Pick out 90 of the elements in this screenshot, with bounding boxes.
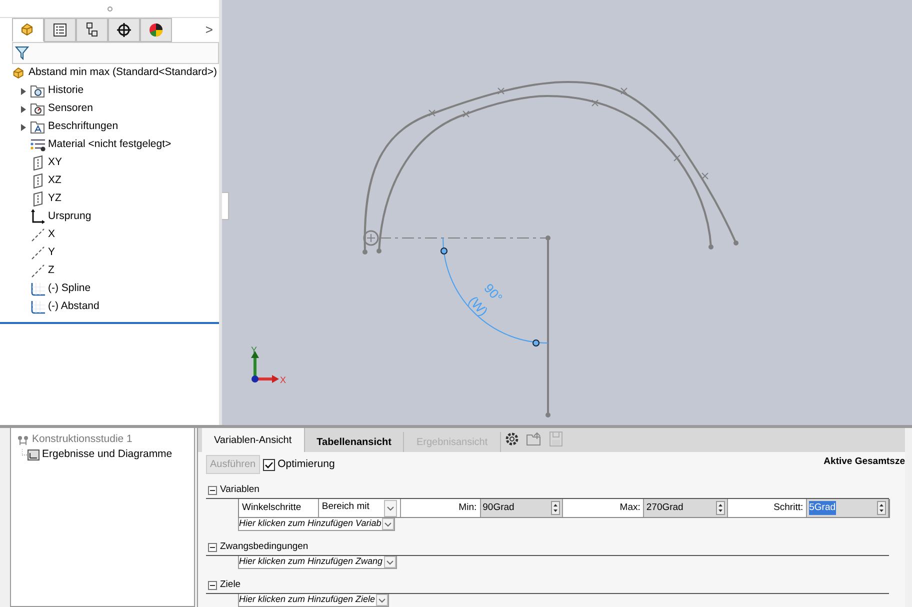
dropdown-icon[interactable] xyxy=(382,518,394,530)
spline-point-marker xyxy=(428,110,436,116)
sketch-point xyxy=(362,250,368,254)
filter-icon[interactable] xyxy=(15,46,29,60)
axis-label: Y xyxy=(251,345,258,355)
study-tree-label[interactable]: Konstruktionsstudie 1 xyxy=(30,432,134,448)
checkbox-label[interactable]: Optimierung xyxy=(278,456,335,472)
add-row-dropdown[interactable]: Hier klicken zum Hinzufügen Ziele xyxy=(238,594,390,607)
tree-item-label[interactable]: Material <nicht festgelegt> xyxy=(46,137,174,153)
sketch-point xyxy=(376,248,382,254)
spline-point-marker xyxy=(462,110,470,118)
tree-item-label[interactable]: XZ xyxy=(46,173,64,189)
axis-triad xyxy=(251,351,279,383)
tree-item-label[interactable]: YZ xyxy=(46,191,64,207)
dropdown-icon[interactable] xyxy=(384,500,397,517)
color-wheel-icon xyxy=(148,22,164,38)
sketch-icon xyxy=(30,299,46,315)
origin-marker xyxy=(363,230,379,246)
spin-field[interactable]: 270Grad xyxy=(644,499,728,517)
tree-item-label[interactable]: Y xyxy=(46,245,58,261)
axis-icon xyxy=(30,263,46,279)
panel-tab[interactable] xyxy=(108,18,140,42)
dropdown-icon[interactable] xyxy=(376,594,388,606)
section-title: Variablen xyxy=(220,483,260,497)
tree-item-label[interactable]: (-) Spline xyxy=(46,281,93,297)
sketch-point xyxy=(546,412,550,418)
sketch-point xyxy=(734,240,738,246)
tree-item-label[interactable]: Historie xyxy=(46,83,86,99)
tree-item-label[interactable]: Ursprung xyxy=(46,209,94,225)
sketch-point xyxy=(546,236,550,240)
sketch-point xyxy=(708,244,714,250)
study-icon xyxy=(17,434,30,446)
origin-icon xyxy=(30,209,46,225)
sketch-icon xyxy=(30,281,46,297)
axis-icon xyxy=(30,245,46,261)
spinner-icon[interactable] xyxy=(877,501,886,515)
folder-clock-icon xyxy=(30,83,46,99)
spinner-icon[interactable] xyxy=(716,501,726,515)
grip-icon[interactable] xyxy=(106,6,112,12)
spin-field[interactable]: 90Grad xyxy=(480,499,562,517)
collapse-icon[interactable] xyxy=(208,542,217,552)
configuration-icon xyxy=(84,22,100,38)
tree-item-label[interactable]: Sensoren xyxy=(46,101,95,117)
settings-icon[interactable] xyxy=(504,431,520,447)
spline-point-marker xyxy=(674,154,680,162)
panel-tab[interactable] xyxy=(44,18,76,42)
type-dropdown[interactable]: Bereich mit xyxy=(318,499,401,517)
material-icon xyxy=(30,137,46,153)
study-tab[interactable]: Tabellenansicht xyxy=(304,432,404,452)
collapse-icon[interactable] xyxy=(208,486,217,495)
results-icon xyxy=(22,449,40,461)
tree-item-label[interactable]: (-) Abstand xyxy=(46,299,102,315)
total-label: Aktive Gesamtsze xyxy=(824,455,905,469)
add-row-dropdown[interactable]: Hier klicken zum Hinzufügen Zwang xyxy=(238,556,397,569)
more-tabs-button[interactable]: > xyxy=(203,18,215,42)
tree-item-label[interactable]: Abstand min max (Standard<Standard>) xyxy=(26,65,219,81)
dimension-handle[interactable] xyxy=(532,340,540,346)
spline-point-marker xyxy=(620,88,628,94)
part-icon xyxy=(12,64,26,82)
panel-handle[interactable] xyxy=(222,192,229,220)
expand-arrow-icon[interactable] xyxy=(20,106,26,112)
panel-tab[interactable] xyxy=(76,18,108,42)
tree-item-label[interactable]: X xyxy=(46,227,58,243)
study-tree-label[interactable]: Ergebnisse und Diagramme xyxy=(40,447,174,463)
axis-label: X xyxy=(280,375,286,385)
spline-point-marker xyxy=(702,172,708,180)
section-title: Ziele xyxy=(220,578,241,592)
spinner-icon[interactable] xyxy=(550,501,560,515)
expand-arrow-icon[interactable] xyxy=(20,88,26,94)
panel-tab[interactable] xyxy=(140,18,172,42)
expand-arrow-icon[interactable] xyxy=(20,124,26,130)
folder-gauge-icon xyxy=(30,101,46,117)
tree-item-label[interactable]: XY xyxy=(46,155,64,171)
tree-item-label[interactable]: Z xyxy=(46,263,56,279)
study-tab[interactable]: Variablen-Ansicht xyxy=(202,428,305,452)
axis-icon xyxy=(30,227,46,243)
dropdown-icon[interactable] xyxy=(384,556,396,568)
spline-point-marker xyxy=(498,88,504,94)
spline-point-marker xyxy=(592,100,598,106)
add-row-dropdown[interactable]: Hier klicken zum Hinzufügen Variab xyxy=(238,518,396,531)
collapse-icon[interactable] xyxy=(208,580,217,590)
folder-letter-icon xyxy=(30,119,46,135)
dimension-handle[interactable] xyxy=(440,248,448,254)
section-title: Zwangsbedingungen xyxy=(220,540,308,554)
crosshair-icon xyxy=(116,22,132,38)
tree-item-label[interactable]: Beschriftungen xyxy=(46,119,120,135)
checkbox[interactable] xyxy=(262,458,275,470)
variable-name: Winkelschritte xyxy=(239,499,319,517)
spin-field[interactable]: 5Grad xyxy=(807,499,889,517)
list-icon xyxy=(52,22,68,38)
